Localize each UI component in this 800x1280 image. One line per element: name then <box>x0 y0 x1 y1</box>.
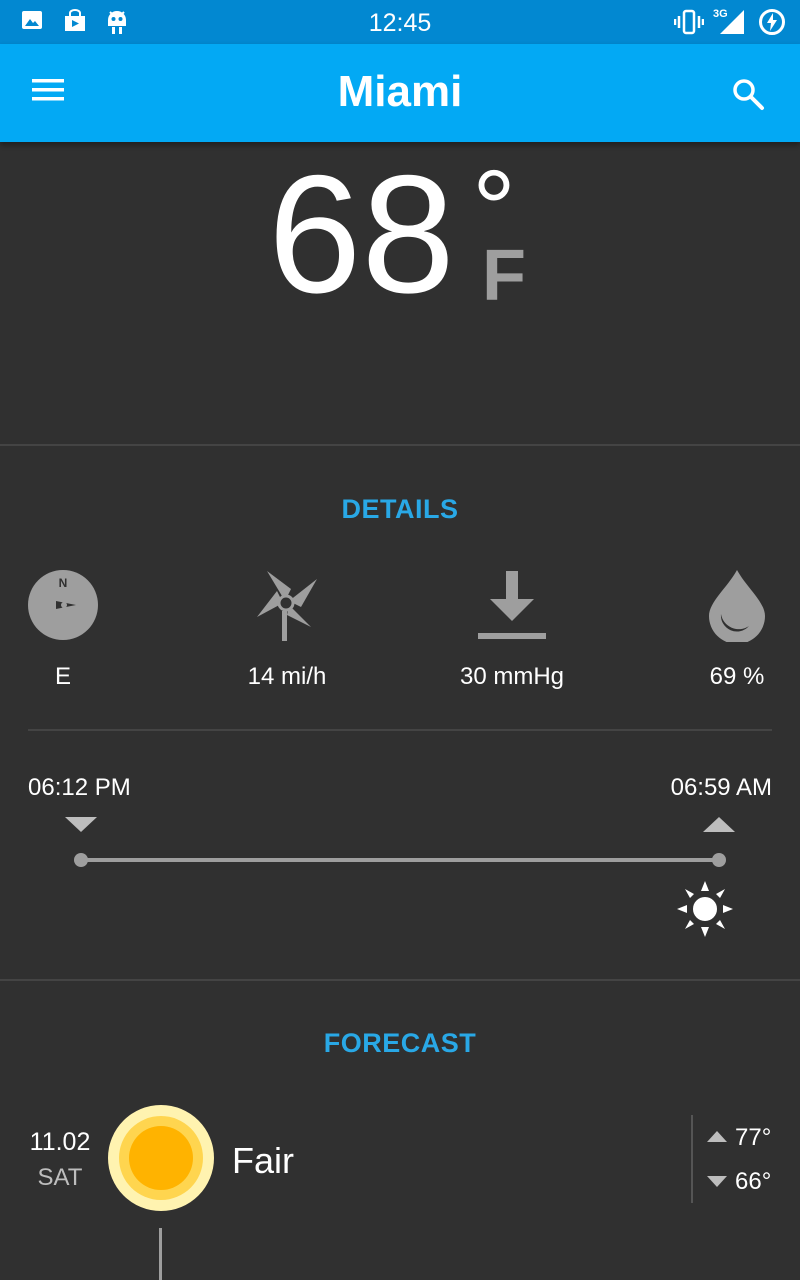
sunrise-marker-icon <box>703 817 735 832</box>
details-title: DETAILS <box>341 494 459 524</box>
wind-direction-value: E <box>54 663 71 690</box>
sunset-marker-icon <box>65 817 97 832</box>
humidity-icon <box>709 570 765 642</box>
pressure-icon <box>478 571 546 639</box>
current-temperature: 68 <box>268 140 455 328</box>
sun-position-icon <box>677 881 733 937</box>
battery-charging-icon <box>759 9 785 35</box>
track-end-dot <box>712 853 726 867</box>
wind-icon <box>257 571 317 641</box>
track-start-dot <box>74 853 88 867</box>
temperature-unit: F <box>482 236 526 316</box>
forecast-condition: Fair <box>232 1140 294 1181</box>
app-bar: Miami <box>0 44 800 142</box>
details-divider <box>28 729 772 731</box>
high-temp-arrow-icon <box>707 1131 727 1142</box>
wind-speed-detail: 14 mi/h <box>187 560 387 691</box>
forecast-separator <box>691 1115 693 1203</box>
pressure-detail: 30 mmHg <box>412 560 612 691</box>
compass-icon: N <box>28 570 98 640</box>
low-temp-arrow-icon <box>707 1176 727 1187</box>
humidity-detail: 69 % <box>637 560 800 691</box>
vibrate-icon <box>674 9 704 35</box>
search-button[interactable] <box>730 76 770 116</box>
city-title: Miami <box>337 67 463 116</box>
forecast-title: FORECAST <box>323 1028 477 1058</box>
pressure-value: 30 mmHg <box>459 663 565 690</box>
signal-icon <box>720 10 744 34</box>
daylight-track <box>81 858 719 862</box>
forecast-low: 66° <box>735 1168 772 1195</box>
search-icon <box>733 79 764 110</box>
sunset-time: 06:12 PM <box>28 774 131 801</box>
forecast-date: 11.02 <box>29 1128 91 1156</box>
wind-direction-detail: N E <box>0 560 163 691</box>
humidity-value: 69 % <box>709 663 765 690</box>
section-divider <box>0 444 800 446</box>
svg-text:N: N <box>59 576 68 590</box>
forecast-high: 77° <box>735 1124 772 1151</box>
section-divider <box>0 979 800 981</box>
forecast-timeline <box>159 1228 162 1280</box>
sunny-weather-icon <box>108 1105 214 1211</box>
wind-speed-value: 14 mi/h <box>247 663 327 690</box>
sunrise-time: 06:59 AM <box>670 774 772 801</box>
status-bar: 12:45 3G <box>0 0 800 44</box>
forecast-day: SAT <box>37 1164 83 1191</box>
